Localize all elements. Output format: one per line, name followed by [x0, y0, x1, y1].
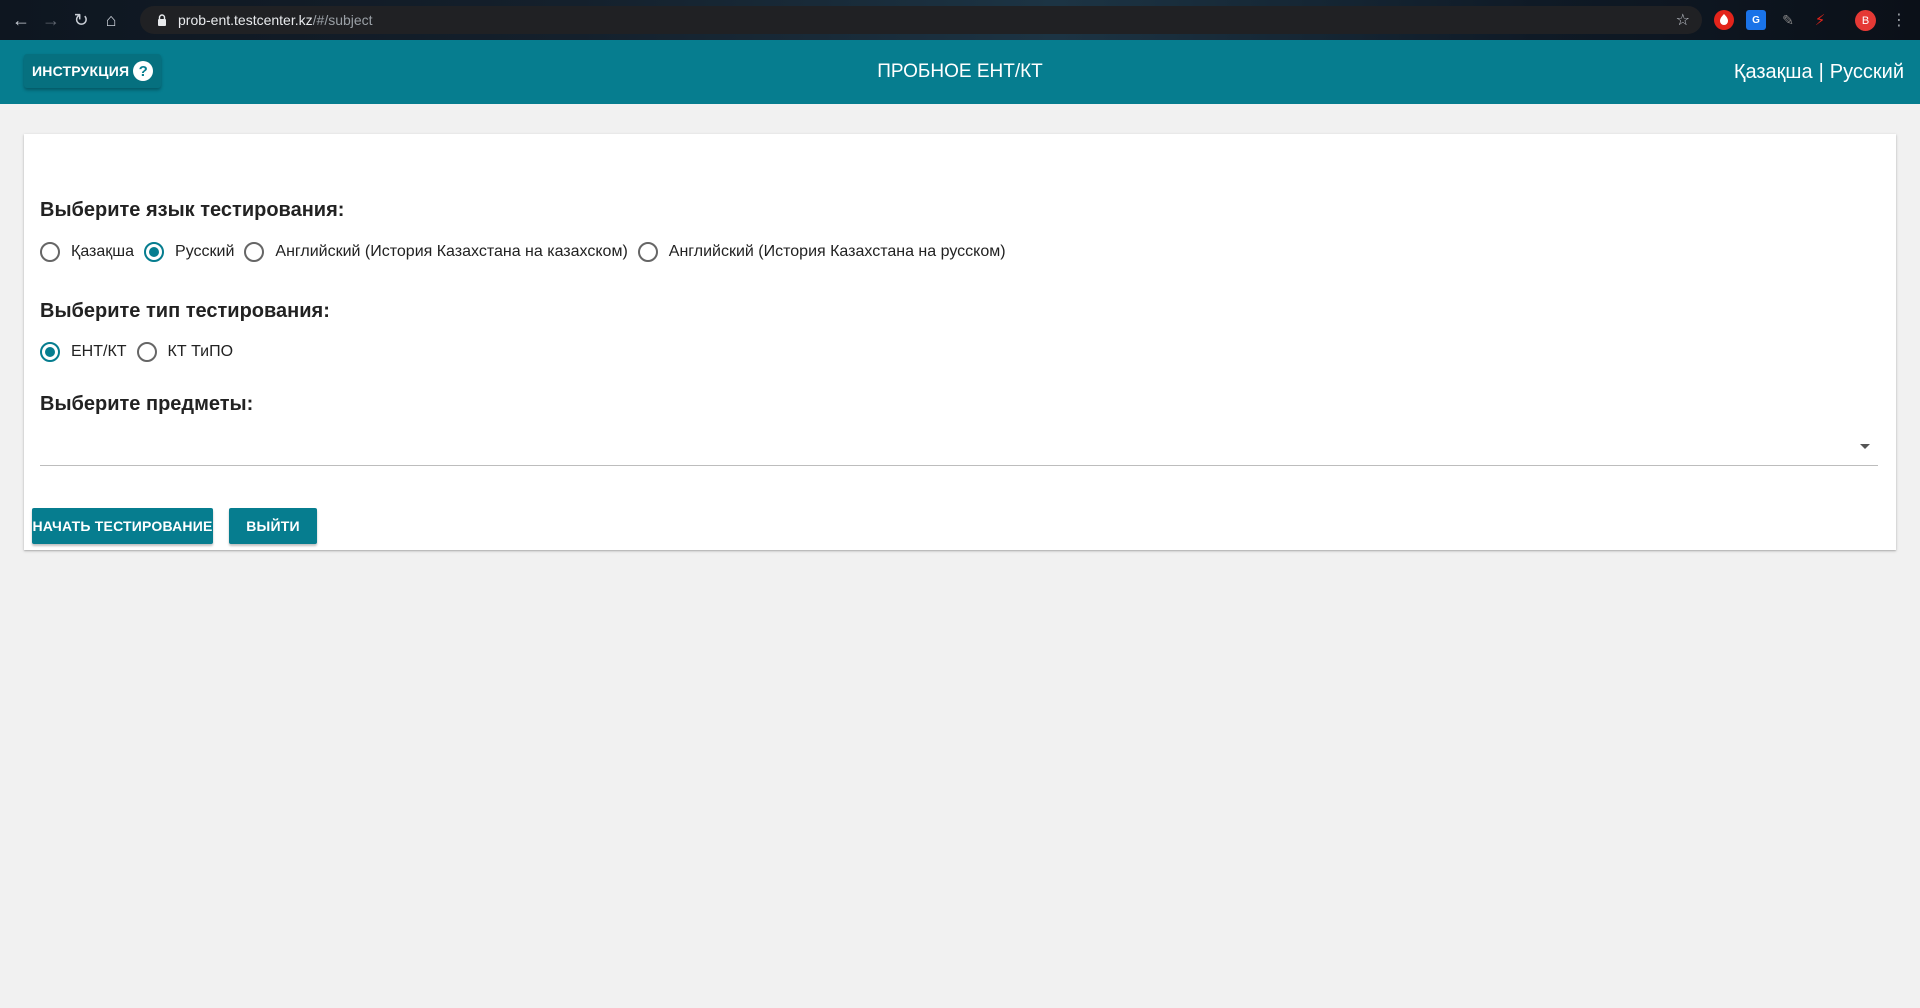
language-section-title: Выберите язык тестирования: [40, 199, 345, 221]
url-text[interactable]: prob-ent.testcenter.kz/#/subject [178, 12, 373, 28]
radio-type-kt-tipo[interactable]: КТ ТиПО [136, 342, 234, 362]
radio-circle-checked[interactable] [40, 342, 60, 362]
type-radio-group: ЕНТ/КТ КТ ТиПО [40, 342, 243, 362]
radio-language-english-kazakh-history[interactable]: Английский (История Казахстана на казахс… [244, 242, 628, 262]
lang-russian-link[interactable]: Русский [1830, 61, 1904, 84]
lang-separator: | [1818, 60, 1824, 83]
radio-label: Английский (История Казахстана на русско… [668, 243, 1006, 260]
radio-language-kazakh[interactable]: Қазақша [40, 242, 134, 262]
page-title: ПРОБНОЕ ЕНТ/КТ [877, 61, 1043, 82]
browser-menu-icon[interactable]: ⋮ [1891, 10, 1907, 30]
radio-circle[interactable] [136, 342, 157, 362]
subjects-section-title: Выберите предметы: [40, 393, 254, 415]
start-testing-button[interactable]: НАЧАТЬ ТЕСТИРОВАНИЕ [32, 508, 213, 544]
app-header: ИНСТРУКЦИЯ ? ПРОБНОЕ ЕНТ/КТ Қазақша | Ру… [0, 40, 1920, 104]
translate-extension-icon[interactable]: G [1746, 10, 1766, 30]
lock-icon[interactable] [152, 14, 172, 26]
language-switcher: Қазақша | Русский [1734, 40, 1904, 104]
lang-kazakh-link[interactable]: Қазақша [1734, 61, 1813, 84]
radio-label: Английский (История Казахстана на казахс… [275, 243, 628, 260]
extension-red-icon[interactable] [1714, 10, 1734, 30]
browser-toolbar: ← → ↻ ⌂ prob-ent.testcenter.kz/#/subject… [0, 0, 1920, 40]
bookmark-star-icon[interactable]: ☆ [1676, 10, 1690, 30]
back-icon[interactable]: ← [10, 9, 32, 31]
radio-language-russian[interactable]: Русский [144, 242, 234, 262]
url-host: prob-ent.testcenter.kz [178, 12, 313, 28]
address-bar[interactable]: prob-ent.testcenter.kz/#/subject ☆ [140, 6, 1702, 34]
caret-down-icon [1860, 444, 1870, 449]
pen-extension-icon[interactable]: ✎ [1778, 10, 1798, 30]
language-radio-group: Қазақша Русский Английский (История Каза… [40, 242, 1016, 262]
radio-circle-checked[interactable] [144, 242, 165, 262]
radio-label: КТ ТиПО [167, 343, 234, 360]
instruction-label: ИНСТРУКЦИЯ [32, 63, 130, 79]
forward-icon[interactable]: → [40, 9, 62, 31]
reload-icon[interactable]: ↻ [70, 9, 92, 31]
radio-circle[interactable] [40, 242, 60, 262]
exit-button[interactable]: ВЫЙТИ [229, 508, 317, 544]
pdf-extension-icon[interactable]: ⚡ [1810, 10, 1830, 30]
radio-type-ent-kt[interactable]: ЕНТ/КТ [40, 342, 127, 362]
radio-label: Қазақша [71, 243, 135, 260]
subject-selection-card: Выберите язык тестирования: Қазақша Русс… [24, 134, 1896, 550]
radio-circle[interactable] [637, 242, 658, 262]
radio-label: ЕНТ/КТ [71, 343, 127, 360]
radio-circle[interactable] [244, 242, 265, 262]
url-path: /#/subject [312, 12, 373, 28]
help-icon: ? [133, 61, 154, 81]
home-icon[interactable]: ⌂ [100, 9, 122, 31]
type-section-title: Выберите тип тестирования: [40, 300, 330, 322]
profile-avatar[interactable]: B [1855, 10, 1876, 31]
subjects-select[interactable] [40, 426, 1878, 466]
radio-language-english-russian-history[interactable]: Английский (История Казахстана на русско… [637, 242, 1006, 262]
instruction-button[interactable]: ИНСТРУКЦИЯ ? [24, 54, 162, 88]
radio-label: Русский [175, 243, 235, 260]
